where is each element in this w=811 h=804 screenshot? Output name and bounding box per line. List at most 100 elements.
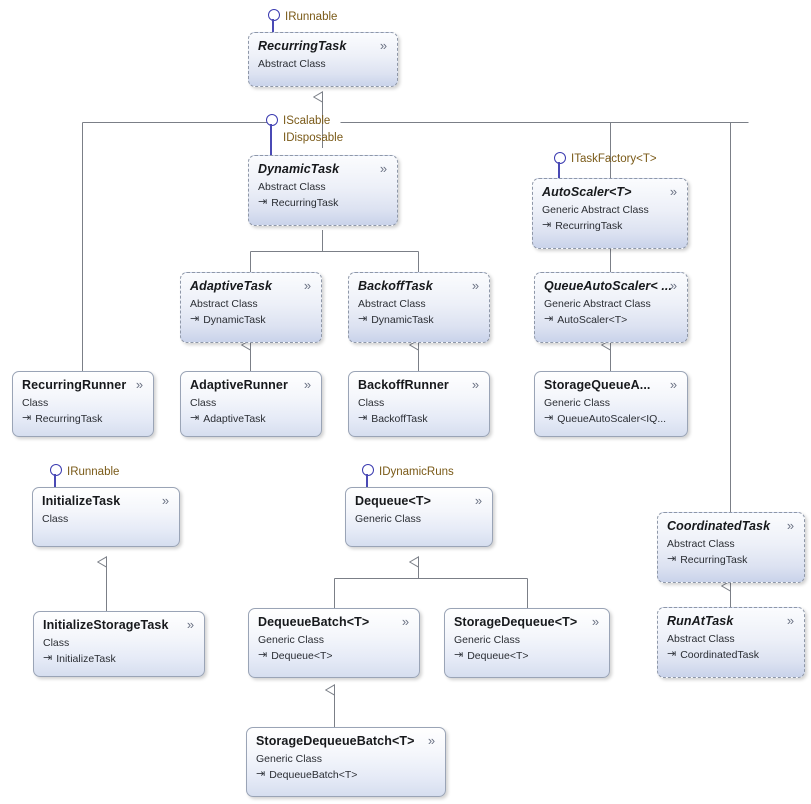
class-title: StorageDequeueBatch<T> — [256, 734, 415, 748]
class-kind: Generic Class — [454, 634, 520, 646]
class-base-label: RecurringTask — [555, 220, 623, 232]
interface-label-iscalable: IScalable — [283, 115, 331, 127]
chevron-down-double-icon[interactable]: » — [667, 378, 680, 391]
class-node-initialize-task[interactable]: InitializeTask Class » — [32, 487, 180, 547]
class-node-backoff-task[interactable]: BackoffTask Abstract Class ⇥ DynamicTask… — [348, 272, 490, 343]
class-node-storage-dequeue[interactable]: StorageDequeue<T> Generic Class ⇥ Dequeu… — [444, 608, 610, 678]
class-base: ⇥ QueueAutoScaler<IQ... — [544, 412, 678, 426]
class-base: ⇥ RecurringTask — [258, 196, 388, 210]
interface-circle-icon — [266, 114, 278, 126]
inheritance-arrow-icon: ⇥ — [667, 647, 677, 660]
chevron-down-double-icon[interactable]: » — [667, 279, 680, 292]
class-base: ⇥ Dequeue<T> — [454, 649, 600, 663]
chevron-down-double-icon[interactable]: » — [184, 618, 197, 631]
class-kind: Class — [22, 397, 49, 409]
chevron-down-double-icon[interactable]: » — [377, 39, 390, 52]
inheritance-arrow-icon: ⇥ — [258, 195, 268, 208]
class-base: ⇥ AdaptiveTask — [190, 412, 312, 426]
class-node-auto-scaler[interactable]: AutoScaler<T> Generic Abstract Class ⇥ R… — [532, 178, 688, 249]
class-node-adaptive-runner[interactable]: AdaptiveRunner Class ⇥ AdaptiveTask » — [180, 371, 322, 437]
chevron-down-double-icon[interactable]: » — [377, 162, 390, 175]
chevron-down-double-icon[interactable]: » — [399, 615, 412, 628]
interface-circle-icon — [362, 464, 374, 476]
inheritance-arrow-icon: ⇥ — [190, 411, 200, 424]
chevron-down-double-icon[interactable]: » — [469, 378, 482, 391]
chevron-down-double-icon[interactable]: » — [667, 185, 680, 198]
class-base: ⇥ Dequeue<T> — [258, 649, 410, 663]
inheritance-arrow-icon: ⇥ — [22, 411, 32, 424]
class-base-label: DynamicTask — [203, 314, 266, 326]
class-title: StorageQueueA... — [544, 378, 651, 392]
class-title: InitializeStorageTask — [43, 618, 169, 632]
chevron-down-double-icon[interactable]: » — [133, 378, 146, 391]
class-node-recurring-runner[interactable]: RecurringRunner Class ⇥ RecurringTask » — [12, 371, 154, 437]
chevron-down-double-icon[interactable]: » — [469, 279, 482, 292]
chevron-down-double-icon[interactable]: » — [472, 494, 485, 507]
class-base-label: RecurringTask — [271, 197, 339, 209]
class-kind: Generic Class — [258, 634, 324, 646]
class-title: Dequeue<T> — [355, 494, 432, 508]
class-title: StorageDequeue<T> — [454, 615, 578, 629]
class-kind: Class — [43, 637, 70, 649]
chevron-down-double-icon[interactable]: » — [301, 279, 314, 292]
class-kind: Generic Abstract Class — [544, 298, 651, 310]
inheritance-arrow-icon: ⇥ — [544, 411, 554, 424]
class-node-dynamic-task[interactable]: DynamicTask Abstract Class ⇥ RecurringTa… — [248, 155, 398, 226]
inheritance-arrow-icon: ⇥ — [258, 648, 268, 661]
class-kind: Abstract Class — [358, 298, 426, 310]
chevron-down-double-icon[interactable]: » — [425, 734, 438, 747]
class-base-label: DequeueBatch<T> — [269, 769, 358, 781]
interface-label-idisposable: IDisposable — [283, 132, 344, 144]
interface-label-irunnable-top: IRunnable — [285, 11, 338, 23]
class-node-dequeue[interactable]: Dequeue<T> Generic Class » — [345, 487, 493, 547]
class-title: InitializeTask — [42, 494, 121, 508]
class-kind: Abstract Class — [190, 298, 258, 310]
interface-stem — [270, 124, 272, 159]
inheritance-arrow-icon: ⇥ — [190, 312, 200, 325]
class-base: ⇥ InitializeTask — [43, 652, 195, 666]
class-title: AdaptiveTask — [190, 279, 273, 293]
class-kind: Generic Class — [544, 397, 610, 409]
class-title: BackoffRunner — [358, 378, 449, 392]
class-node-coordinated-task[interactable]: CoordinatedTask Abstract Class ⇥ Recurri… — [657, 512, 805, 583]
inheritance-arrow-icon: ⇥ — [256, 767, 266, 780]
class-node-initialize-storage-task[interactable]: InitializeStorageTask Class ⇥ Initialize… — [33, 611, 205, 677]
inheritance-arrow-icon: ⇥ — [43, 651, 53, 664]
class-base: ⇥ RecurringTask — [22, 412, 144, 426]
interface-circle-icon — [554, 152, 566, 164]
chevron-down-double-icon[interactable]: » — [589, 615, 602, 628]
class-base-label: CoordinatedTask — [680, 649, 760, 661]
class-title: RecurringTask — [258, 39, 347, 53]
class-base-label: BackoffTask — [371, 413, 428, 425]
class-node-adaptive-task[interactable]: AdaptiveTask Abstract Class ⇥ DynamicTas… — [180, 272, 322, 343]
chevron-down-double-icon[interactable]: » — [784, 519, 797, 532]
class-node-dequeue-batch[interactable]: DequeueBatch<T> Generic Class ⇥ Dequeue<… — [248, 608, 420, 678]
class-node-run-at-task[interactable]: RunAtTask Abstract Class ⇥ CoordinatedTa… — [657, 607, 805, 678]
class-kind: Class — [42, 513, 69, 525]
class-node-backoff-runner[interactable]: BackoffRunner Class ⇥ BackoffTask » — [348, 371, 490, 437]
class-base: ⇥ RecurringTask — [542, 219, 678, 233]
class-kind: Class — [358, 397, 385, 409]
class-kind: Generic Class — [355, 513, 421, 525]
class-node-storage-dequeue-batch[interactable]: StorageDequeueBatch<T> Generic Class ⇥ D… — [246, 727, 446, 797]
chevron-down-double-icon[interactable]: » — [784, 614, 797, 627]
class-base-label: AdaptiveTask — [203, 413, 266, 425]
class-node-storage-queue-auto-scaler[interactable]: StorageQueueA... Generic Class ⇥ QueueAu… — [534, 371, 688, 437]
class-title: RecurringRunner — [22, 378, 127, 392]
class-title: AdaptiveRunner — [190, 378, 288, 392]
class-node-recurring-task[interactable]: RecurringTask Abstract Class » — [248, 32, 398, 87]
chevron-down-double-icon[interactable]: » — [301, 378, 314, 391]
class-kind: Abstract Class — [258, 181, 326, 193]
class-diagram-canvas[interactable]: IRunnable IScalable IDisposable ITaskFac… — [0, 0, 811, 804]
class-title: RunAtTask — [667, 614, 734, 628]
class-kind: Abstract Class — [258, 58, 326, 70]
class-base: ⇥ RecurringTask — [667, 553, 795, 567]
class-kind: Class — [190, 397, 217, 409]
class-kind: Generic Abstract Class — [542, 204, 649, 216]
chevron-down-double-icon[interactable]: » — [159, 494, 172, 507]
class-base-label: DynamicTask — [371, 314, 434, 326]
class-node-queue-auto-scaler[interactable]: QueueAutoScaler< ... Generic Abstract Cl… — [534, 272, 688, 343]
class-base-label: RecurringTask — [35, 413, 103, 425]
class-kind: Abstract Class — [667, 633, 735, 645]
interface-label-irunnable-init: IRunnable — [67, 466, 120, 478]
